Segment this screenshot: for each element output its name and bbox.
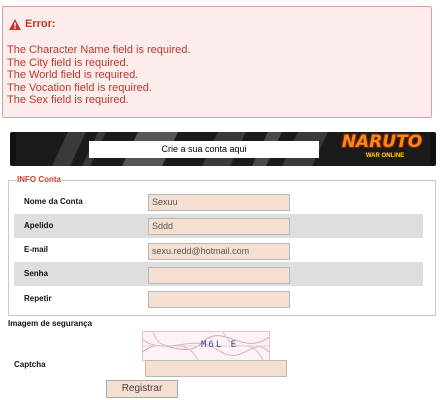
naruto-logo-subtext: WAR ONLINE: [365, 153, 405, 159]
account-name-input[interactable]: Sexuu: [148, 194, 290, 211]
repeat-password-label: Repetir: [24, 294, 52, 303]
password-input[interactable]: [148, 267, 290, 284]
captcha-image: M6L E: [142, 331, 270, 361]
nickname-input[interactable]: Sddd: [148, 218, 290, 235]
error-message: The Sex field is required.: [7, 94, 129, 106]
banner-label: Crie a sua conta aqui: [89, 141, 319, 158]
register-button[interactable]: Registrar: [106, 380, 178, 398]
email-label: E-mail: [24, 245, 49, 254]
nickname-label: Apelido: [24, 221, 54, 230]
error-message: The Character Name field is required.: [7, 44, 191, 56]
scroll-end-right: [430, 132, 436, 166]
error-title-text: Error:: [25, 18, 56, 30]
fieldset-legend: INFO Conta: [16, 175, 62, 184]
error-message: The World field is required.: [7, 69, 139, 81]
repeat-password-input[interactable]: [148, 291, 290, 308]
password-label: Senha: [24, 269, 49, 278]
account-name-label: Nome da Conta: [24, 197, 83, 206]
error-title: Error:: [9, 18, 56, 30]
captcha-text: M6L E: [201, 340, 239, 350]
error-message: The Vocation field is required.: [7, 81, 152, 94]
captcha-label: Captcha: [14, 360, 46, 369]
warning-icon: [9, 18, 21, 30]
security-image-label: Imagem de segurança: [8, 319, 93, 328]
scroll-end-left: [10, 132, 16, 166]
email-input[interactable]: sexu.redd@hotmail.com: [148, 243, 290, 260]
error-list: The Character Name field is required. Th…: [7, 44, 190, 107]
error-box: Error: The Character Name field is requi…: [2, 6, 432, 118]
captcha-input[interactable]: [145, 360, 287, 377]
error-message: The City field is required.: [7, 56, 129, 69]
banner-streak: [52, 132, 86, 166]
